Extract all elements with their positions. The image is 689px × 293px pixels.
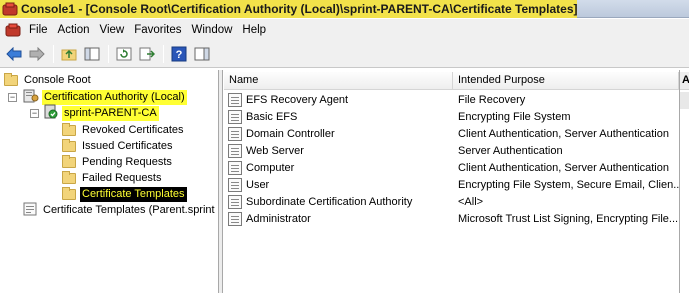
- actions-pane: A: [679, 70, 689, 293]
- tree-item-ca-local[interactable]: Certification Authority (Local): [23, 89, 187, 105]
- tree-item-certificate-templates-snapin[interactable]: Certificate Templates (Parent.sprint: [23, 202, 217, 218]
- template-purpose: Microsoft Trust List Signing, Encrypting…: [458, 212, 679, 225]
- menu-file[interactable]: File: [24, 19, 53, 41]
- template-name: Web Server: [246, 144, 304, 157]
- toolbar-separator: [53, 45, 54, 63]
- tree-item-certificate-templates[interactable]: Certificate Templates: [62, 186, 187, 202]
- menu-bar: File Action View Favorites Window Help: [0, 19, 689, 41]
- list-item[interactable]: Computer Client Authentication, Server A…: [224, 159, 679, 176]
- certificate-template-icon: [228, 143, 242, 158]
- up-folder-icon[interactable]: [58, 43, 80, 65]
- template-purpose: File Recovery: [458, 93, 526, 106]
- mmc-console-icon[interactable]: [2, 2, 18, 16]
- template-name: Domain Controller: [246, 127, 335, 140]
- certificate-template-icon: [228, 160, 242, 175]
- actions-pane-header: A: [680, 72, 689, 90]
- template-purpose: Server Authentication: [458, 144, 563, 157]
- svg-text:?: ?: [176, 49, 183, 61]
- template-name: Subordinate Certification Authority: [246, 195, 413, 208]
- template-name: Basic EFS: [246, 110, 298, 123]
- pane-splitter[interactable]: [219, 70, 223, 293]
- tree-item-label: Failed Requests: [82, 171, 162, 184]
- menu-action[interactable]: Action: [53, 19, 95, 41]
- ca-server-check-icon: [43, 104, 59, 122]
- list-item[interactable]: EFS Recovery Agent File Recovery: [224, 91, 679, 108]
- folder-icon: [62, 154, 76, 168]
- tree-item-issued-certificates[interactable]: Issued Certificates: [62, 138, 174, 154]
- tree-item-failed-requests[interactable]: Failed Requests: [62, 170, 164, 186]
- actions-pane-item[interactable]: [680, 92, 689, 109]
- export-list-icon[interactable]: [136, 43, 158, 65]
- certification-authority-icon: [23, 88, 39, 106]
- tree-item-pending-requests[interactable]: Pending Requests: [62, 154, 174, 170]
- toolbar-separator: [163, 45, 164, 63]
- window-title: Console1 - [Console Root\Certification A…: [21, 1, 578, 16]
- list-item[interactable]: Subordinate Certification Authority <All…: [224, 193, 679, 210]
- tree-item-label: sprint-PARENT-CA: [62, 105, 159, 121]
- menu-help[interactable]: Help: [237, 19, 271, 41]
- folder-icon: [62, 170, 76, 184]
- template-name: EFS Recovery Agent: [246, 93, 349, 106]
- column-header-intended-purpose[interactable]: Intended Purpose: [453, 72, 679, 90]
- tree-item-console-root[interactable]: Console Root: [4, 72, 93, 88]
- console-menu-icon[interactable]: [4, 21, 22, 39]
- menu-favorites[interactable]: Favorites: [129, 19, 186, 41]
- show-hide-action-pane-icon[interactable]: [191, 43, 213, 65]
- certificate-template-icon: [228, 109, 242, 124]
- back-arrow-icon[interactable]: [3, 43, 25, 65]
- certificate-template-icon: [228, 211, 242, 226]
- list-item[interactable]: Domain Controller Client Authentication,…: [224, 125, 679, 142]
- column-header-name[interactable]: Name: [224, 72, 453, 90]
- folder-icon: [62, 122, 76, 136]
- folder-icon: [4, 72, 18, 86]
- tree-item-label: Certificate Templates (Parent.sprint: [43, 203, 215, 216]
- list-item[interactable]: User Encrypting File System, Secure Emai…: [224, 176, 679, 193]
- tree-item-label: Console Root: [24, 73, 91, 86]
- tree-item-label: Certification Authority (Local): [42, 89, 187, 105]
- refresh-icon[interactable]: [113, 43, 135, 65]
- help-icon[interactable]: ?: [168, 43, 190, 65]
- certificate-templates-icon: [23, 202, 37, 219]
- template-purpose: Encrypting File System: [458, 110, 571, 123]
- show-hide-tree-icon[interactable]: [81, 43, 103, 65]
- list-item[interactable]: Administrator Microsoft Trust List Signi…: [224, 210, 679, 227]
- menu-window[interactable]: Window: [187, 19, 238, 41]
- results-list[interactable]: Name Intended Purpose EFS Recovery Agent…: [224, 70, 679, 293]
- toolbar: ?: [0, 41, 689, 68]
- collapse-icon[interactable]: −: [8, 93, 17, 102]
- template-purpose: <All>: [458, 195, 484, 208]
- certificate-template-icon: [228, 194, 242, 209]
- tree-item-label: Revoked Certificates: [82, 123, 184, 136]
- toolbar-separator: [108, 45, 109, 63]
- template-purpose: Client Authentication, Server Authentica…: [458, 161, 669, 174]
- certificate-template-icon: [228, 177, 242, 192]
- template-name: Administrator: [246, 212, 311, 225]
- template-name: Computer: [246, 161, 295, 174]
- list-item[interactable]: Web Server Server Authentication: [224, 142, 679, 159]
- menu-view[interactable]: View: [95, 19, 130, 41]
- console-tree[interactable]: Console Root − Certification Authority (…: [0, 70, 219, 293]
- certificate-template-icon: [228, 92, 242, 107]
- collapse-icon[interactable]: −: [30, 109, 39, 118]
- list-item[interactable]: Basic EFS Encrypting File System: [224, 108, 679, 125]
- template-purpose: Encrypting File System, Secure Email, Cl…: [458, 178, 679, 191]
- template-name: User: [246, 178, 270, 191]
- tree-item-revoked-certificates[interactable]: Revoked Certificates: [62, 122, 186, 138]
- tree-item-label: Pending Requests: [82, 155, 172, 168]
- folder-icon: [62, 186, 76, 200]
- tree-item-ca-name[interactable]: sprint-PARENT-CA: [43, 104, 159, 122]
- forward-arrow-icon[interactable]: [26, 43, 48, 65]
- title-bar: Console1 - [Console Root\Certification A…: [0, 0, 689, 18]
- tree-item-label: Issued Certificates: [82, 139, 173, 152]
- template-purpose: Client Authentication, Server Authentica…: [458, 127, 669, 140]
- certificate-template-icon: [228, 126, 242, 141]
- tree-item-label: Certificate Templates: [80, 186, 187, 202]
- folder-icon: [62, 138, 76, 152]
